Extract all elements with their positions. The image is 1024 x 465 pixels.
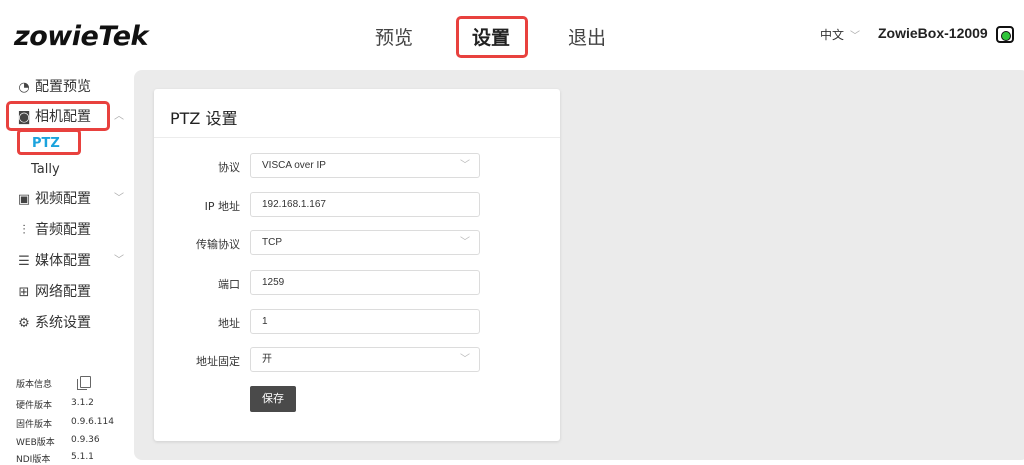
settings-highlight-box xyxy=(456,16,528,58)
sidebar-item-label: 音频配置 xyxy=(35,222,91,238)
sidebar-item-video-config[interactable]: ▣ 视频配置 ﹀ xyxy=(16,188,124,210)
ptz-settings-card: PTZ 设置 协议 VISCA over IP ﹀ IP 地址 192.168.1… xyxy=(154,89,560,441)
nav-logout[interactable]: 退出 xyxy=(568,18,606,58)
card-divider xyxy=(154,137,560,138)
ip-address-label: IP 地址 xyxy=(204,200,240,213)
nav-preview[interactable]: 预览 xyxy=(375,18,413,58)
address-fixed-select[interactable]: 开 ﹀ xyxy=(250,347,480,372)
version-row-firmware: 固件版本 0.9.6.114 xyxy=(16,417,114,430)
ip-address-input[interactable]: 192.168.1.167 xyxy=(250,192,480,217)
chevron-up-icon: ︿ xyxy=(114,111,124,122)
chevron-down-icon: ﹀ xyxy=(460,354,470,365)
chevron-down-icon: ﹀ xyxy=(114,193,124,204)
camera-config-highlight-box xyxy=(6,101,110,131)
version-row-hardware: 硬件版本 3.1.2 xyxy=(16,398,94,411)
sidebar-item-label: 配置预览 xyxy=(35,79,91,95)
version-label: 硬件版本 xyxy=(16,401,53,411)
version-label: 固件版本 xyxy=(16,420,53,430)
sidebar-item-audio-config[interactable]: ⫶ 音频配置 xyxy=(16,219,91,241)
card-title: PTZ 设置 xyxy=(170,109,238,128)
transport-protocol-select[interactable]: TCP ﹀ xyxy=(250,230,480,255)
chevron-down-icon: ﹀ xyxy=(850,31,861,42)
sidebar-item-label: 系统设置 xyxy=(35,315,91,331)
gear-icon: ⚙ xyxy=(18,316,30,331)
sidebar-item-label: 网络配置 xyxy=(35,284,91,300)
sidebar-item-network-config[interactable]: ⊞ 网络配置 xyxy=(16,281,91,303)
address-input[interactable]: 1 xyxy=(250,309,480,334)
ip-address-value: 192.168.1.167 xyxy=(262,199,326,210)
version-label: WEB版本 xyxy=(16,438,55,448)
version-row-ndi: NDI版本 5.1.1 xyxy=(16,452,94,465)
protocol-value: VISCA over IP xyxy=(262,160,326,171)
network-icon: ⊞ xyxy=(18,285,30,300)
language-select[interactable]: 中文 ﹀ xyxy=(820,26,860,43)
transport-protocol-label: 传输协议 xyxy=(196,238,240,251)
sidebar-item-media-config[interactable]: ☰ 媒体配置 ﹀ xyxy=(16,250,124,272)
sidebar-item-label: 视频配置 xyxy=(35,191,91,207)
version-value: 0.9.6.114 xyxy=(71,417,114,427)
copy-icon[interactable] xyxy=(77,376,91,390)
device-name: ZowieBox-12009 xyxy=(878,25,988,41)
port-input[interactable]: 1259 xyxy=(250,270,480,295)
version-row-web: WEB版本 0.9.36 xyxy=(16,435,100,448)
chevron-down-icon: ﹀ xyxy=(114,255,124,266)
protocol-label: 协议 xyxy=(218,161,240,174)
ptz-highlight-box xyxy=(17,129,81,155)
sidebar-sub-tally[interactable]: Tally xyxy=(31,160,60,180)
address-label: 地址 xyxy=(218,317,240,330)
transport-protocol-value: TCP xyxy=(262,237,282,248)
audio-icon: ⫶ xyxy=(22,223,26,238)
port-label: 端口 xyxy=(218,278,240,291)
header: zowieTek 预览 设置 退出 中文 ﹀ ZowieBox-12009 xyxy=(0,0,1024,70)
version-info-title: 版本信息 xyxy=(16,380,53,390)
video-icon: ▣ xyxy=(17,192,31,207)
version-value: 0.9.36 xyxy=(71,435,100,445)
port-value: 1259 xyxy=(262,277,285,288)
chevron-down-icon: ﹀ xyxy=(460,160,470,171)
version-value: 5.1.1 xyxy=(71,452,94,462)
preview-icon: ◔ xyxy=(18,80,30,95)
media-icon: ☰ xyxy=(18,254,30,269)
sidebar-item-label: 媒体配置 xyxy=(35,253,91,269)
sidebar-item-system-settings[interactable]: ⚙ 系统设置 xyxy=(16,312,91,334)
address-fixed-value: 开 xyxy=(262,354,272,365)
camera-status-icon[interactable] xyxy=(996,26,1014,43)
language-label: 中文 xyxy=(820,28,845,42)
address-fixed-label: 地址固定 xyxy=(196,355,240,368)
chevron-down-icon: ﹀ xyxy=(460,237,470,248)
version-value: 3.1.2 xyxy=(71,398,94,408)
protocol-select[interactable]: VISCA over IP ﹀ xyxy=(250,153,480,178)
version-label: NDI版本 xyxy=(16,455,51,465)
sidebar-item-config-preview[interactable]: ◔ 配置预览 xyxy=(16,76,91,98)
address-value: 1 xyxy=(262,316,268,327)
save-button[interactable]: 保存 xyxy=(250,386,296,412)
